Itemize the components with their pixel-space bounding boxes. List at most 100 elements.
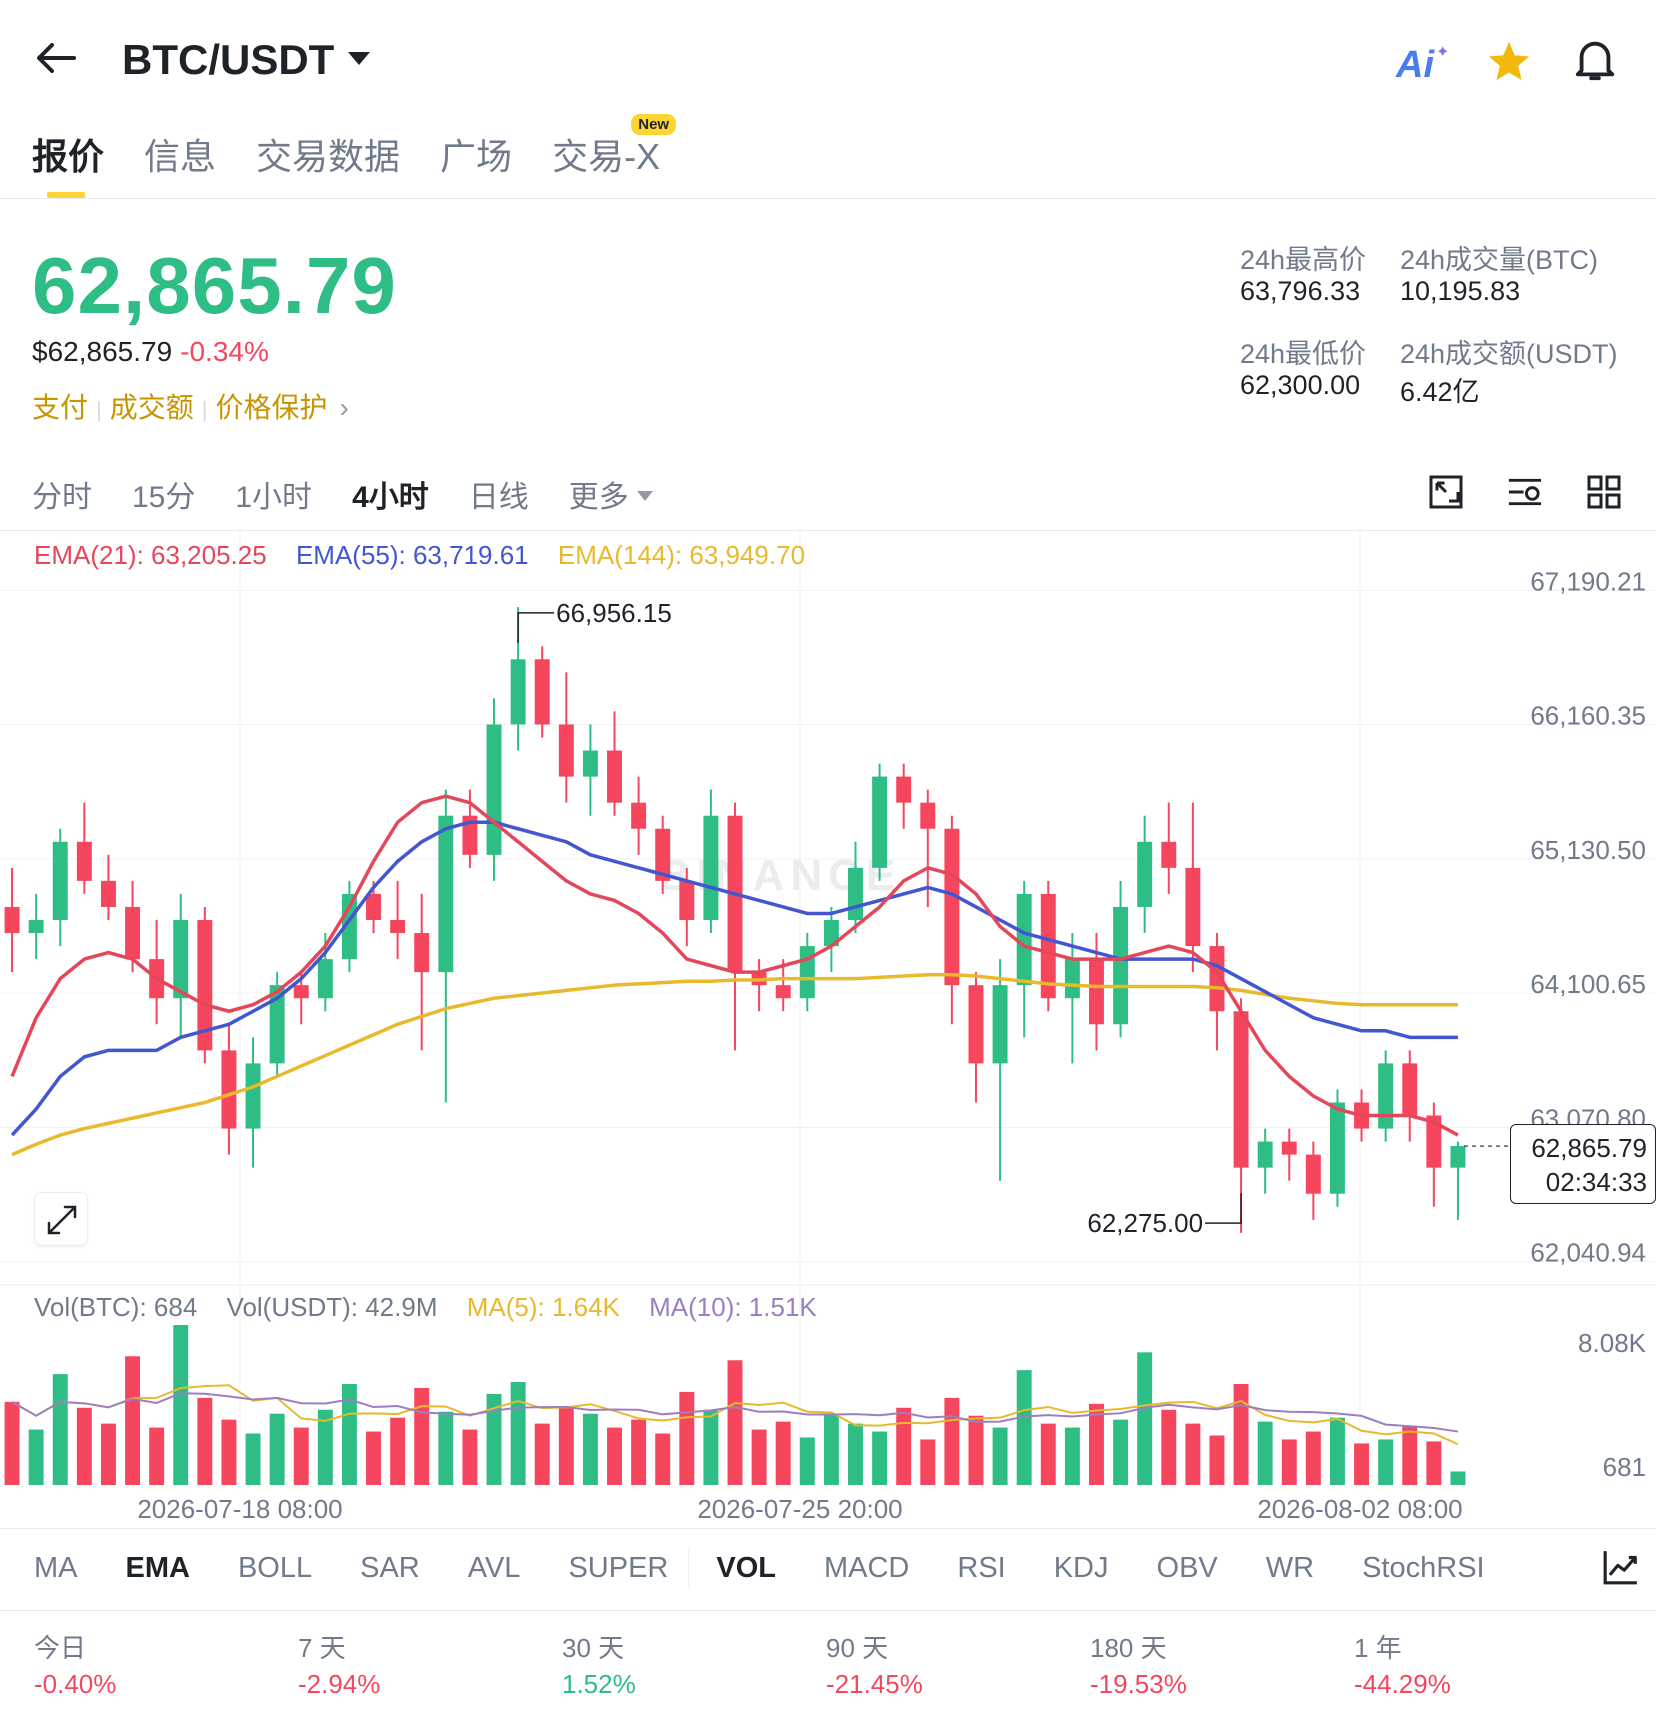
- ind-stochrsi[interactable]: StochRSI: [1362, 1552, 1485, 1585]
- candle-body: [390, 920, 406, 934]
- link-volume[interactable]: 成交额: [110, 392, 194, 423]
- time-axis-label: 2026-07-25 20:00: [697, 1494, 902, 1524]
- ema55-label: EMA(55): 63,719.61: [295, 540, 529, 570]
- tab-quote[interactable]: 报价: [32, 128, 104, 180]
- new-badge: New: [631, 114, 677, 135]
- candle-body: [1016, 893, 1032, 986]
- volume-bar: [366, 1431, 381, 1485]
- volume-bar: [1040, 1423, 1056, 1485]
- candle-body: [486, 724, 502, 855]
- expand-button[interactable]: [34, 1192, 88, 1246]
- volume-bar: [1233, 1384, 1249, 1485]
- ind-rsi[interactable]: RSI: [957, 1552, 1005, 1585]
- star-icon[interactable]: [1486, 40, 1532, 84]
- candle-body: [534, 659, 550, 725]
- volume-bar: [631, 1419, 647, 1485]
- usd-price-line: $62,865.79 -0.34%: [32, 336, 269, 368]
- tab-trade-x[interactable]: 交易-X New: [552, 114, 677, 180]
- link-pay[interactable]: 支付: [32, 392, 88, 423]
- volume-bar: [1426, 1441, 1442, 1485]
- candle-body: [245, 1063, 261, 1129]
- interval-15m[interactable]: 15分: [132, 472, 195, 516]
- perf-180d: 180 天 -19.53%: [1090, 1633, 1187, 1699]
- back-arrow-icon[interactable]: [34, 40, 78, 76]
- volume-bar: [703, 1409, 719, 1485]
- interval-more[interactable]: 更多: [569, 472, 653, 516]
- perf-90d: 90 天 -21.45%: [826, 1633, 923, 1699]
- indicator-bar: MA EMA BOLL SAR AVL SUPER VOL MACD RSI K…: [34, 1552, 1533, 1585]
- candle-body: [631, 802, 647, 829]
- ind-avl[interactable]: AVL: [468, 1552, 521, 1585]
- volume-bar: [149, 1427, 165, 1485]
- volume-bar: [727, 1360, 743, 1485]
- current-price-box: 62,865.79 02:34:33: [1510, 1124, 1656, 1205]
- volume-bar: [28, 1429, 44, 1485]
- ind-boll[interactable]: BOLL: [238, 1552, 312, 1585]
- volume-bar: [510, 1382, 526, 1485]
- price-axis-label: 65,130.50: [1530, 835, 1646, 865]
- ind-sar[interactable]: SAR: [360, 1552, 420, 1585]
- high-marker-line: [517, 612, 555, 643]
- candle-body: [221, 1050, 237, 1129]
- candle-body: [414, 933, 430, 973]
- ai-icon[interactable]: Ai ✦: [1396, 42, 1449, 88]
- chevron-right-icon[interactable]: ›: [339, 392, 348, 423]
- interval-bar: 分时 15分 1小时 4小时 日线 更多: [32, 472, 653, 516]
- line-chart-icon[interactable]: [1602, 1548, 1640, 1586]
- volume-bar: [655, 1433, 671, 1485]
- volume-bar: [1354, 1443, 1370, 1485]
- ind-vol[interactable]: VOL: [716, 1552, 776, 1585]
- volume-bar: [100, 1423, 116, 1485]
- candle-countdown: 02:34:33: [1545, 1167, 1647, 1198]
- candle-body: [173, 920, 189, 999]
- ema21-label: EMA(21): 63,205.25: [34, 540, 267, 570]
- interval-time[interactable]: 分时: [32, 472, 92, 516]
- volume-bar: [679, 1391, 695, 1485]
- ind-super[interactable]: SUPER: [568, 1552, 668, 1585]
- volume-bar: [751, 1429, 767, 1485]
- candle-body: [1329, 1102, 1345, 1194]
- ind-ma[interactable]: MA: [34, 1552, 78, 1585]
- volume-bar: [823, 1413, 839, 1485]
- volume-bar: [1305, 1431, 1321, 1485]
- link-price-protect[interactable]: 价格保护: [215, 392, 327, 423]
- ema-legend: EMA(21): 63,205.25 EMA(55): 63,719.61 EM…: [34, 540, 827, 571]
- candle-body: [1281, 1141, 1297, 1155]
- candlestick-chart[interactable]: BINANCE 67,190.21 66,160.35 65,130.50 64,10…: [0, 530, 1656, 1530]
- ind-ema[interactable]: EMA: [126, 1552, 190, 1585]
- volume-bar: [848, 1423, 863, 1485]
- candle-body: [968, 985, 984, 1064]
- tab-info[interactable]: 信息: [144, 128, 216, 180]
- ind-kdj[interactable]: KDJ: [1054, 1552, 1109, 1585]
- chart-settings-icon[interactable]: [1428, 474, 1464, 510]
- candle-body: [775, 985, 791, 999]
- price-axis-label: 66,160.35: [1530, 701, 1646, 731]
- perf-7d: 7 天 -2.94%: [298, 1633, 381, 1699]
- grid-layout-icon[interactable]: [1586, 474, 1622, 510]
- candle-body: [1450, 1146, 1466, 1168]
- ind-wr[interactable]: WR: [1266, 1552, 1314, 1585]
- pair-selector[interactable]: BTC/USDT: [122, 36, 371, 84]
- interval-1d[interactable]: 日线: [469, 472, 529, 516]
- vol-btc-legend: Vol(BTC): 684: [34, 1292, 198, 1322]
- tab-trade-data[interactable]: 交易数据: [256, 128, 400, 180]
- interval-1h[interactable]: 1小时: [235, 472, 312, 516]
- low-value: 62,300.00: [1240, 370, 1361, 400]
- chevron-down-icon: [636, 491, 653, 502]
- candle-body: [4, 906, 20, 934]
- volume-bar: [462, 1429, 478, 1485]
- interval-4h[interactable]: 4小时: [352, 472, 429, 516]
- bell-icon[interactable]: [1572, 36, 1618, 84]
- change-percent: -0.34%: [180, 336, 269, 367]
- ind-macd[interactable]: MACD: [824, 1552, 909, 1585]
- quick-links: 支付 | 成交额 | 价格保护 ›: [32, 392, 349, 423]
- indicator-settings-icon[interactable]: [1506, 474, 1544, 510]
- volume-bar: [968, 1415, 984, 1485]
- candle-body: [1161, 841, 1177, 868]
- candle-body: [703, 815, 719, 920]
- ind-obv[interactable]: OBV: [1157, 1552, 1218, 1585]
- tab-square[interactable]: 广场: [440, 128, 512, 180]
- low-marker-label: 62,275.00: [1087, 1208, 1203, 1238]
- low-label: 24h最低价: [1240, 339, 1367, 369]
- volume-bar: [1185, 1423, 1201, 1485]
